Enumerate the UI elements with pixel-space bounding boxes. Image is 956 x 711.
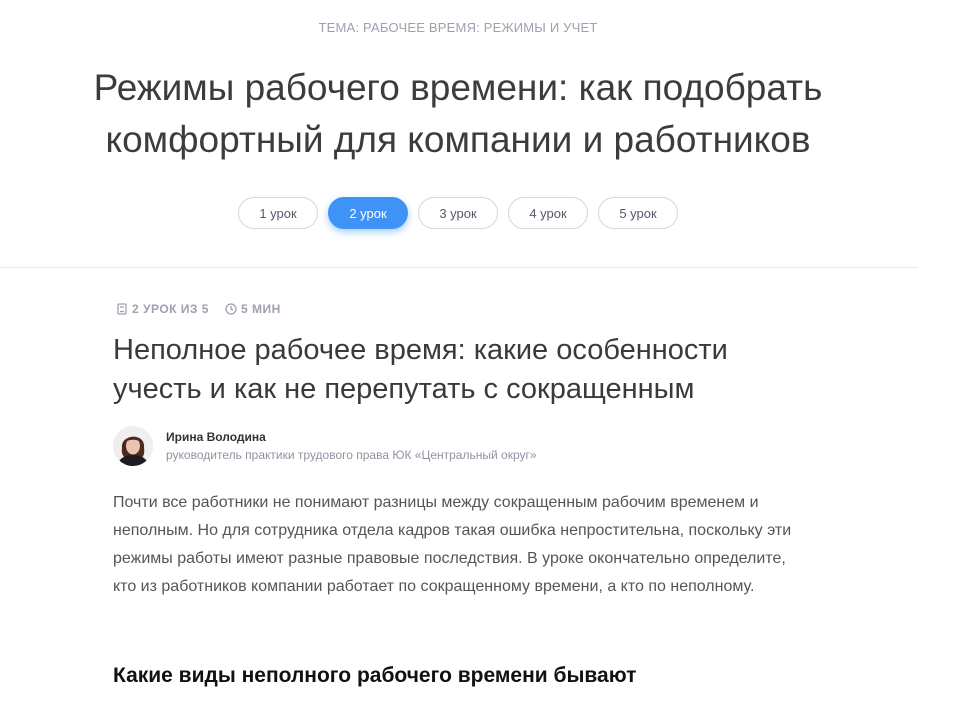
author-block: Ирина Володина руководитель практики тру… [113, 426, 537, 466]
author-avatar [113, 426, 153, 466]
lesson-tab-5[interactable]: 5 урок [598, 197, 678, 229]
lesson-tab-1[interactable]: 1 урок [238, 197, 318, 229]
lesson-intro: Почти все работники не понимают разницы … [113, 494, 792, 595]
author-role: руководитель практики трудового права ЮК… [166, 448, 537, 462]
lesson-duration: 5 МИН [225, 302, 281, 316]
lesson-title-line2: учесть и как не перепутать с сокращенным [113, 373, 695, 405]
lesson-tab-3[interactable]: 3 урок [418, 197, 498, 229]
topic-label: ТЕМА: РАБОЧЕЕ ВРЕМЯ: РЕЖИМЫ И УЧЕТ [318, 20, 598, 35]
course-title: Режимы рабочего времени: как подобрать к… [0, 62, 916, 166]
clock-icon [225, 303, 237, 315]
section-heading: Какие виды неполного рабочего времени бы… [113, 664, 637, 687]
lesson-tab-2[interactable]: 2 урок [328, 197, 408, 229]
lesson-progress-text: 2 УРОК ИЗ 5 [132, 302, 209, 316]
course-title-line2: комфортный для компании и работников [105, 119, 811, 160]
lesson-progress: 2 УРОК ИЗ 5 [116, 302, 209, 316]
lesson-title-line1: Неполное рабочее время: какие особенност… [113, 334, 728, 366]
book-icon [116, 303, 128, 315]
author-name: Ирина Володина [166, 430, 266, 444]
section-divider [0, 267, 918, 268]
lesson-title: Неполное рабочее время: какие особенност… [113, 331, 833, 409]
lesson-tab-4[interactable]: 4 урок [508, 197, 588, 229]
lesson-navigation: 1 урок 2 урок 3 урок 4 урок 5 урок [0, 197, 916, 229]
lesson-meta: 2 УРОК ИЗ 5 5 МИН [116, 302, 281, 316]
course-title-line1: Режимы рабочего времени: как подобрать [93, 67, 823, 108]
lesson-duration-text: 5 МИН [240, 302, 281, 316]
